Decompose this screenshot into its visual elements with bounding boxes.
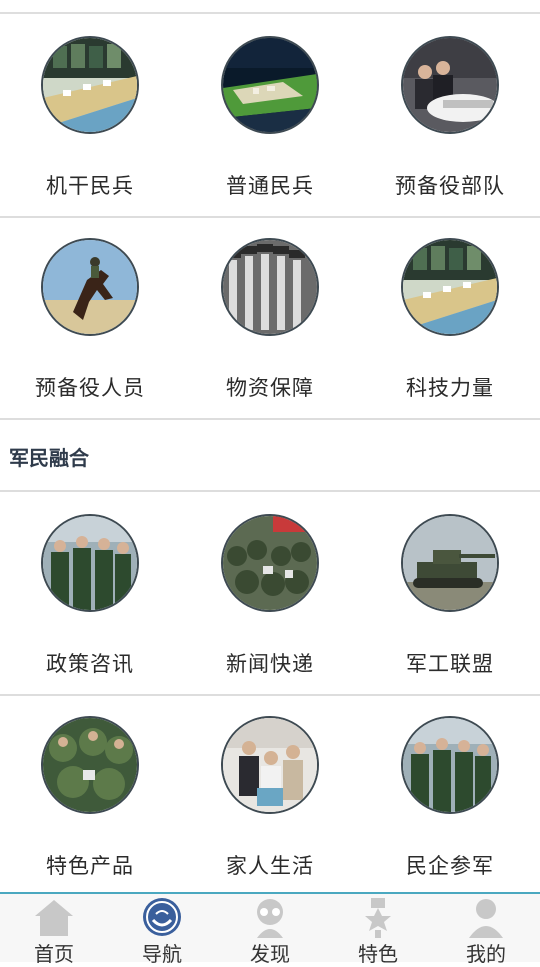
grid-item-label: 普通民兵 [226,174,314,198]
grid-item-family-life[interactable]: 家人生活 [180,694,360,896]
grid-item-reserve-personnel[interactable]: 预备役人员 [0,216,180,418]
officials-photo [401,36,499,134]
tab-label: 发现 [250,942,290,966]
sand-table-photo [221,36,319,134]
crowd-photo [221,514,319,612]
grid-item-label: 机干民兵 [46,174,134,198]
tab-discover[interactable]: 发现 [216,894,324,966]
officers-group-photo [41,514,139,612]
grid-item-label: 特色产品 [46,854,134,878]
section-title: 军民融合 [9,446,89,470]
grid-item-label: 军工联盟 [406,652,494,676]
officers-group-photo [401,716,499,814]
grid-row: 特色产品 家人生活 民企参军 [0,694,540,896]
grid-item-militia-cadre[interactable]: 机干民兵 [0,14,180,216]
grid-item-featured-products[interactable]: 特色产品 [0,694,180,896]
tab-mine[interactable]: 我的 [432,894,540,966]
grid-item-material-support[interactable]: 物资保障 [180,216,360,418]
grid-item-label: 新闻快递 [226,652,314,676]
grid-row: 预备役人员 物资保障 科技力量 [0,216,540,420]
tab-label: 特色 [358,942,398,966]
navigation-icon [143,898,181,936]
tab-featured[interactable]: 特色 [324,894,432,966]
command-room-photo [41,36,139,134]
tab-label: 我的 [466,942,506,966]
grid-item-news-express[interactable]: 新闻快递 [180,492,360,694]
discover-icon [257,899,283,938]
tab-home[interactable]: 首页 [0,894,108,966]
grid-item-label: 家人生活 [226,854,314,878]
grid-item-tech-force[interactable]: 科技力量 [360,216,540,418]
command-room-photo [401,238,499,336]
grid-item-reserve-troops[interactable]: 预备役部队 [360,14,540,216]
horse-rider-photo [41,238,139,336]
bottom-tab-bar: 首页 导航 发现 特色 我的 [0,892,540,966]
grid-row: 政策咨讯 新闻快递 军工联盟 [0,492,540,696]
grid-item-label: 物资保障 [226,376,314,400]
grid-item-ordinary-militia[interactable]: 普通民兵 [180,14,360,216]
grid-item-label: 政策咨讯 [46,652,134,676]
soldiers-march-photo [221,238,319,336]
user-icon [469,899,503,938]
medal-icon [365,898,391,938]
family-photo [221,716,319,814]
grid-item-label: 预备役人员 [35,376,145,400]
top-divider [0,0,540,14]
grid-item-label: 民企参军 [406,854,494,878]
tank-photo [401,514,499,612]
camouflage-group-photo [41,716,139,814]
tab-navigation[interactable]: 导航 [108,894,216,966]
grid-item-military-industry-alliance[interactable]: 军工联盟 [360,492,540,694]
tab-label: 导航 [142,942,182,966]
grid-item-policy-news[interactable]: 政策咨讯 [0,492,180,694]
grid-item-private-enterprise[interactable]: 民企参军 [360,694,540,896]
tab-label: 首页 [34,942,74,966]
grid-item-label: 科技力量 [406,376,494,400]
section-header: 军民融合 [0,418,540,492]
grid-row: 机干民兵 普通民兵 预备役部队 [0,14,540,218]
grid-item-label: 预备役部队 [395,174,505,198]
home-icon [35,900,73,936]
